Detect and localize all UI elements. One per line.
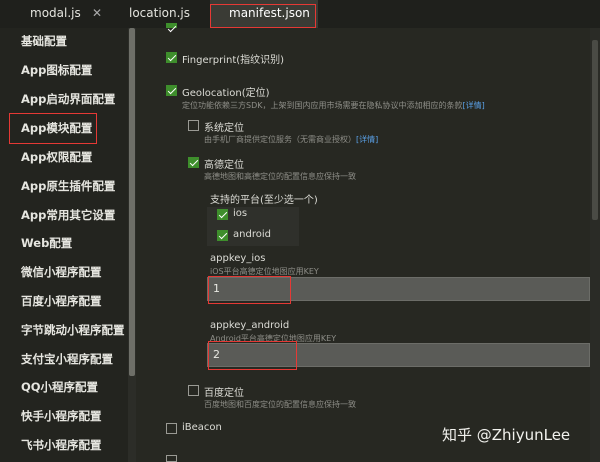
tab-label: modal.js [30,6,81,20]
ios-checkbox[interactable] [217,209,228,220]
main-scroll-thumb[interactable] [592,40,598,220]
system-location-label: 系统定位 [204,123,244,134]
sidebar-item-basic[interactable]: 基础配置 [0,30,128,52]
ibeacon-checkbox[interactable] [166,423,177,434]
sidebar: 基础配置 App图标配置 App启动界面配置 App模块配置 App权限配置 A… [0,28,128,462]
sidebar-item-bytedance[interactable]: 字节跳动小程序配置 [0,319,128,341]
sidebar-item-feishu[interactable]: 飞书小程序配置 [0,434,128,456]
geolocation-desc: 定位功能依赖三方SDK，上架到国内应用市场需要在隐私协议中添加相应的条款[详情] [182,100,485,111]
geolocation-checkbox[interactable] [166,85,177,96]
ibeacon-label: iBeacon [182,422,222,433]
android-label: android [233,229,271,240]
appkey-ios-input[interactable]: 1 [207,277,590,301]
baidu-location-desc: 百度地图和百度定位的配置信息应保持一致 [204,400,356,409]
sidebar-item-app-native-plugins[interactable]: App原生插件配置 [0,175,128,197]
sidebar-item-web[interactable]: Web配置 [0,232,128,254]
system-location-checkbox[interactable] [188,120,199,131]
amap-location-label: 高德定位 [204,160,244,171]
checkbox[interactable] [166,455,177,462]
sidebar-scroll-thumb[interactable] [129,28,135,376]
system-location-desc: 由手机厂商提供定位服务（无需商业授权）[详情] [204,134,378,145]
checkbox[interactable] [166,23,177,28]
appkey-ios-label: appkey_ios [210,253,266,264]
platforms-label: 支持的平台(至少选一个) [210,195,318,206]
ios-label: ios [233,208,248,219]
details-link[interactable]: [详情] [356,135,378,144]
sidebar-item-app-modules[interactable]: App模块配置 [0,117,128,139]
appkey-ios-desc: iOS平台高德定位地图应用KEY [210,267,319,276]
close-icon[interactable]: ✕ [92,0,102,26]
fingerprint-label: Fingerprint(指纹识别) [182,55,285,66]
fingerprint-checkbox[interactable] [166,52,177,63]
details-link[interactable]: [详情] [462,101,484,110]
editor-tab-bar: modal.js ✕ location.js manifest.json [0,0,600,28]
geolocation-label: Geolocation(定位) [182,88,270,99]
sidebar-item-app-permissions[interactable]: App权限配置 [0,146,128,168]
baidu-location-checkbox[interactable] [188,385,199,396]
amap-location-checkbox[interactable] [188,157,199,168]
amap-location-desc: 高德地图和高德定位的配置信息应保持一致 [204,172,356,181]
desc-text: 定位功能依赖三方SDK，上架到国内应用市场需要在隐私协议中添加相应的条款 [182,101,463,110]
sidebar-item-alipay[interactable]: 支付宝小程序配置 [0,348,128,370]
tab-location-js[interactable]: location.js [110,0,210,28]
tab-modal-js[interactable]: modal.js ✕ [0,0,110,28]
sidebar-item-app-icon[interactable]: App图标配置 [0,59,128,81]
sidebar-item-wechat[interactable]: 微信小程序配置 [0,261,128,283]
tab-label: location.js [129,6,191,20]
sidebar-item-baidu[interactable]: 百度小程序配置 [0,290,128,312]
appkey-android-input[interactable]: 2 [207,343,590,367]
android-checkbox[interactable] [217,230,228,241]
watermark: 知乎 @ZhiyunLee [442,426,571,444]
sidebar-item-kuaishou[interactable]: 快手小程序配置 [0,405,128,427]
sidebar-item-qq[interactable]: QQ小程序配置 [0,376,128,398]
sidebar-item-app-other[interactable]: App常用其它设置 [0,204,128,226]
baidu-location-label: 百度定位 [204,388,244,399]
appkey-android-label: appkey_android [210,320,290,331]
tab-label: manifest.json [229,6,310,20]
tab-manifest-json[interactable]: manifest.json [210,0,318,28]
desc-text: 由手机厂商提供定位服务（无需商业授权） [204,135,356,144]
sidebar-item-app-splash[interactable]: App启动界面配置 [0,88,128,110]
